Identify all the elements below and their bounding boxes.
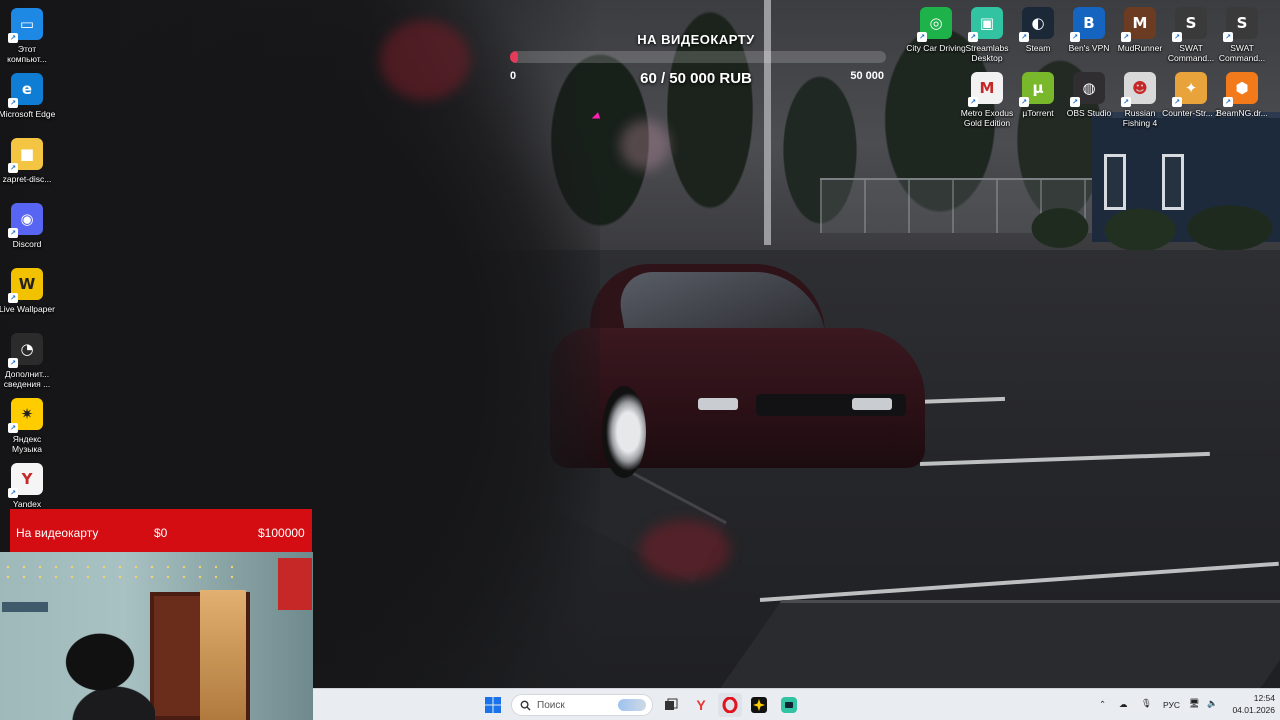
show-hidden-icons-chevron-icon[interactable]: ⌃ (1099, 699, 1106, 710)
yandex-browser-taskbar-icon[interactable]: Y (689, 693, 713, 717)
desktop-icon[interactable]: ◉ ↗ Discord (0, 203, 57, 249)
search-placeholder: Поиск (537, 699, 565, 711)
shortcut-arrow-icon: ↗ (8, 163, 18, 173)
steam-icon: ◐ ↗ (1019, 7, 1054, 42)
yandex-music-icon: ✷ ↗ (8, 398, 43, 433)
desktop-icon[interactable]: Y ↗ Yandex (0, 463, 57, 509)
counter-strike-icon: ✦ ↗ (1172, 72, 1207, 107)
shortcut-arrow-icon: ↗ (917, 32, 927, 42)
shortcut-arrow-icon: ↗ (1070, 97, 1080, 107)
desktop-icon-label: BeamNG.dr... (1216, 108, 1268, 118)
clock-date[interactable]: 04.01.2026 (1221, 705, 1275, 715)
live-wallpaper-icon: W ↗ (8, 268, 43, 303)
shortcut-arrow-icon: ↗ (1223, 32, 1233, 42)
shortcut-arrow-icon: ↗ (8, 98, 18, 108)
shortcut-arrow-icon: ↗ (8, 488, 18, 498)
goal-widget-target: $100000 (258, 526, 305, 540)
desktop: ▭ ↗ Этот компьют... e ↗ Microsoft Edge ■ ↗ zapre… (0, 0, 1280, 720)
utorrent-icon: µ ↗ (1019, 72, 1054, 107)
shortcut-arrow-icon: ↗ (1172, 32, 1182, 42)
desktop-icon-label: Yandex (12, 499, 42, 509)
city-car-driving-icon: ◎ ↗ (917, 7, 952, 42)
monitor-icon: ▭ ↗ (8, 8, 43, 43)
goal-widget-title: На видеокарту (16, 526, 99, 540)
windows-start-icon[interactable] (481, 693, 505, 717)
yandex-browser-icon: Y ↗ (8, 463, 43, 498)
desktop-icon-label: Live Wallpaper (0, 304, 55, 314)
streamlabs-taskbar-icon[interactable] (777, 693, 801, 717)
desktop-icon-label: Ben's VPN (1068, 43, 1110, 53)
shortcut-arrow-icon: ↗ (8, 293, 18, 303)
goal-value-text: 60 / 50 000 RUB (640, 70, 752, 87)
folder-icon: ■ ↗ (8, 138, 43, 173)
mudrunner-icon: M ↗ (1121, 7, 1156, 42)
yandex-music-taskbar-icon[interactable] (747, 693, 771, 717)
desktop-icon-label: Discord (12, 239, 42, 249)
shortcut-arrow-icon: ↗ (8, 358, 18, 368)
goal-widget-current: $0 (154, 526, 168, 540)
swat-icon: S ↗ (1223, 7, 1258, 42)
desktop-icon-label: OBS Studio (1066, 108, 1112, 118)
task-view-icon[interactable] (659, 693, 683, 717)
goal-max-label: 50 000 (850, 70, 884, 82)
vpn-icon: B ↗ (1070, 7, 1105, 42)
desktop-icon[interactable]: ⬢ ↗ BeamNG.dr... (1212, 72, 1272, 118)
desktop-icon[interactable]: ▭ ↗ Этот компьют... (0, 8, 57, 64)
shortcut-arrow-icon: ↗ (1121, 32, 1131, 42)
webcam-feed (0, 552, 313, 720)
shortcut-arrow-icon: ↗ (968, 32, 978, 42)
opera-icon[interactable] (718, 693, 742, 717)
discord-icon: ◉ ↗ (8, 203, 43, 238)
search-icon (520, 700, 531, 711)
shortcut-arrow-icon: ↗ (8, 423, 18, 433)
swat-icon: S ↗ (1172, 7, 1207, 42)
desktop-icon-label: MudRunner (1117, 43, 1163, 53)
beamng-icon: ⬢ ↗ (1223, 72, 1258, 107)
shortcut-arrow-icon: ↗ (1121, 97, 1131, 107)
donation-goal-overlay: НА ВИДЕОКАРТУ 0 60 / 50 000 RUB 50 000 (506, 30, 886, 94)
desktop-icon[interactable]: W ↗ Live Wallpaper (0, 268, 57, 314)
desktop-icon[interactable]: ◔ ↗ Дополнит... сведения ... (0, 333, 57, 389)
shortcut-arrow-icon: ↗ (1172, 97, 1182, 107)
desktop-icon[interactable]: ✷ ↗ Яндекс Музыка (0, 398, 57, 454)
shortcut-arrow-icon: ↗ (1019, 32, 1029, 42)
desktop-icon[interactable]: ■ ↗ zapret-disc... (0, 138, 57, 184)
taskbar: Поиск Y ⌃ ☁ 🎙 РУС 🖥 🔈 12:54 04.01.2026 (313, 688, 1280, 720)
desktop-icon-label: Яндекс Музыка (11, 434, 43, 454)
shortcut-arrow-icon: ↗ (8, 228, 18, 238)
obs-icon: ◍ ↗ (1070, 72, 1105, 107)
goal-title: НА ВИДЕОКАРТУ (637, 32, 755, 47)
volume-icon[interactable]: 🔈 (1207, 698, 1218, 709)
network-icon[interactable]: 🖥 (1189, 698, 1200, 709)
shortcut-arrow-icon: ↗ (1223, 97, 1233, 107)
info-icon: ◔ ↗ (8, 333, 43, 368)
desktop-icon-label: Этот компьют... (7, 44, 47, 64)
taskbar-search[interactable]: Поиск (511, 694, 653, 716)
desktop-icon-label: µTorrent (1022, 108, 1054, 118)
goal-widget: На видеокарту $0 $100000 (10, 509, 312, 552)
cloud-icon[interactable]: ☁ (1119, 699, 1128, 710)
desktop-icon-label: Microsoft Edge (0, 109, 56, 119)
metro-exodus-icon: M ↗ (968, 72, 1003, 107)
desktop-icon[interactable]: e ↗ Microsoft Edge (0, 73, 57, 119)
microphone-icon[interactable]: 🎙 (1141, 698, 1152, 709)
shortcut-arrow-icon: ↗ (1019, 97, 1029, 107)
clock-time[interactable]: 12:54 (1235, 693, 1275, 703)
shortcut-arrow-icon: ↗ (8, 33, 18, 43)
russian-fishing-icon: ☻ ↗ (1121, 72, 1156, 107)
edge-icon: e ↗ (8, 73, 43, 108)
shortcut-arrow-icon: ↗ (1070, 32, 1080, 42)
search-highlight-icon (618, 699, 646, 711)
desktop-icon-label: SWAT Command... (1218, 43, 1266, 63)
desktop-icon-label: Дополнит... сведения ... (3, 369, 51, 389)
desktop-icon-label: zapret-disc... (2, 174, 52, 184)
desktop-icon[interactable]: S ↗ SWAT Command... (1212, 7, 1272, 63)
goal-progress-fill (510, 51, 518, 63)
streamlabs-icon: ▣ ↗ (968, 7, 1003, 42)
desktop-icon-label: Steam (1025, 43, 1051, 53)
goal-progress-track (510, 51, 886, 63)
shortcut-arrow-icon: ↗ (968, 97, 978, 107)
language-indicator[interactable]: РУС (1163, 700, 1180, 710)
streamer (55, 632, 155, 720)
